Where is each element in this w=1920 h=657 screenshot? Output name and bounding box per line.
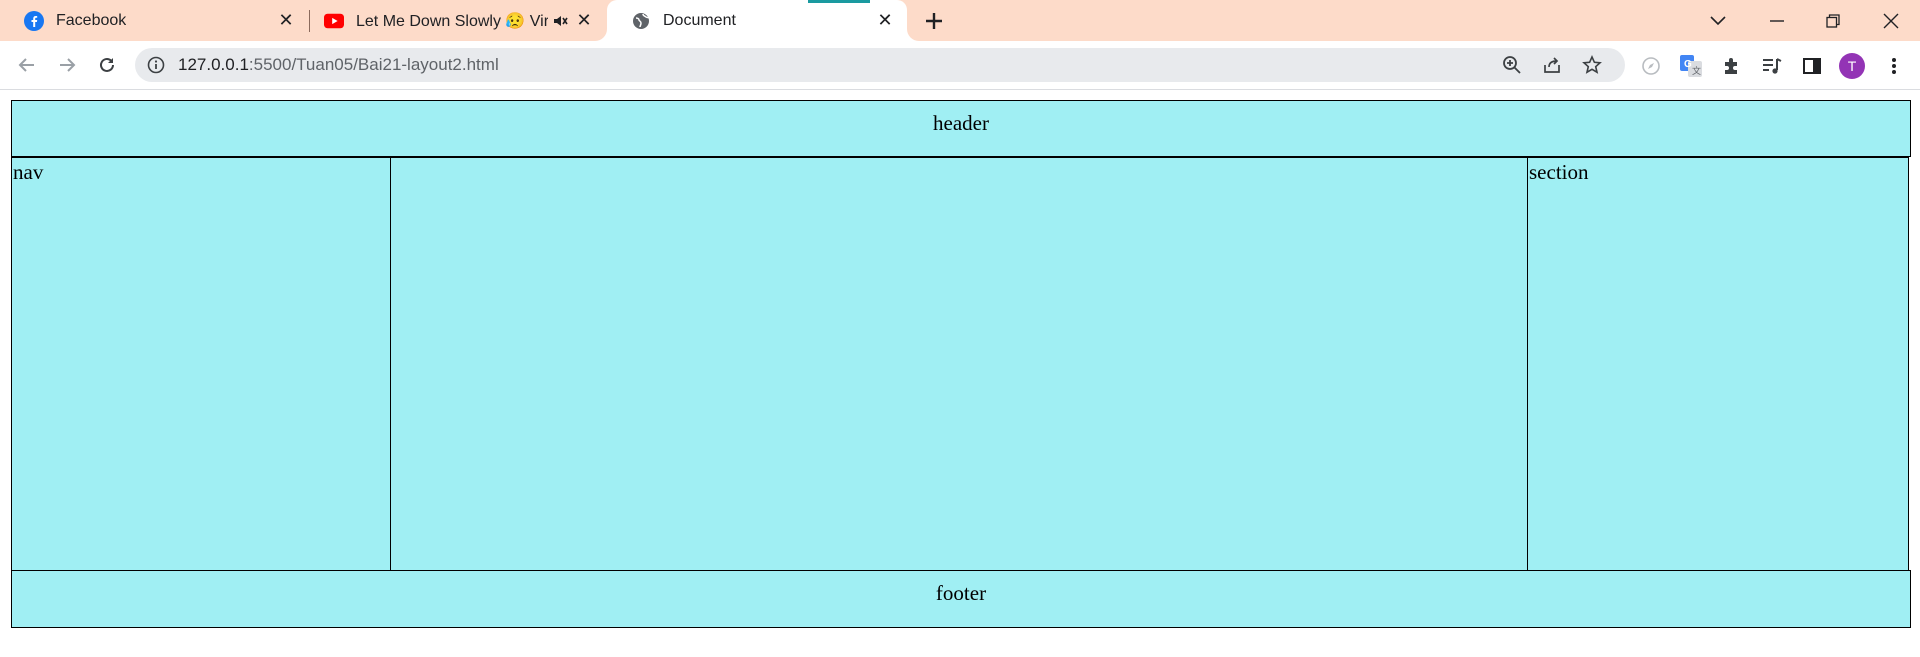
section-box: section	[1527, 157, 1909, 571]
media-queue-icon[interactable]	[1761, 55, 1783, 77]
close-window-button[interactable]	[1866, 0, 1916, 41]
close-icon[interactable]: ✕	[276, 10, 296, 30]
tab-search-button[interactable]	[1693, 0, 1743, 41]
minimize-button[interactable]	[1752, 0, 1802, 41]
tab-document[interactable]: Document ✕	[607, 0, 907, 41]
speaker-icon[interactable]	[552, 12, 570, 30]
side-panel-icon[interactable]	[1801, 55, 1823, 77]
extensions-puzzle-icon[interactable]	[1721, 55, 1743, 77]
profile-avatar[interactable]: T	[1839, 53, 1865, 79]
svg-text:G: G	[1684, 59, 1692, 70]
nav-box: nav	[11, 157, 392, 571]
loading-indicator	[808, 0, 870, 3]
close-icon[interactable]: ✕	[875, 10, 895, 30]
tab-title: Document	[663, 11, 736, 29]
footer-box: footer	[11, 570, 1911, 628]
reload-button[interactable]	[93, 51, 121, 79]
zoom-icon[interactable]	[1502, 55, 1522, 75]
tab-title: Let Me Down Slowly 😥 Vira	[356, 12, 548, 30]
info-icon[interactable]	[147, 56, 165, 74]
tab-facebook[interactable]: Facebook ✕	[0, 0, 308, 41]
facebook-icon	[24, 10, 44, 31]
youtube-icon	[324, 11, 344, 31]
address-bar[interactable]: 127.0.0.1:5500/Tuan05/Bai21-layout2.html	[135, 48, 1625, 82]
tab-youtube[interactable]: Let Me Down Slowly 😥 Vira ✕	[300, 0, 606, 41]
url-path: :5500/Tuan05/Bai21-layout2.html	[248, 55, 499, 74]
back-button[interactable]	[13, 51, 41, 79]
forward-button[interactable]	[53, 51, 81, 79]
article-box	[390, 157, 1529, 571]
bookmark-star-icon[interactable]	[1582, 55, 1602, 75]
globe-icon	[631, 11, 651, 31]
url-host: 127.0.0.1	[178, 55, 249, 74]
tab-title: Facebook	[56, 11, 127, 29]
menu-kebab-icon[interactable]	[1883, 55, 1905, 77]
close-icon[interactable]: ✕	[574, 10, 594, 30]
new-tab-button[interactable]	[920, 8, 948, 34]
page-content: header nav section footer	[0, 90, 1920, 657]
header-box: header	[11, 100, 1911, 157]
browser-toolbar: 127.0.0.1:5500/Tuan05/Bai21-layout2.html…	[0, 41, 1920, 90]
url-text[interactable]: 127.0.0.1:5500/Tuan05/Bai21-layout2.html	[178, 55, 499, 75]
tab-strip: Facebook ✕ Let Me Down Slowly 😥 Vira ✕ D…	[0, 0, 1920, 41]
restore-button[interactable]	[1808, 0, 1858, 41]
google-translate-icon[interactable]: G文	[1680, 55, 1702, 77]
svg-text:文: 文	[1692, 65, 1701, 76]
share-icon[interactable]	[1542, 55, 1562, 75]
compass-extension-icon[interactable]	[1640, 55, 1662, 77]
